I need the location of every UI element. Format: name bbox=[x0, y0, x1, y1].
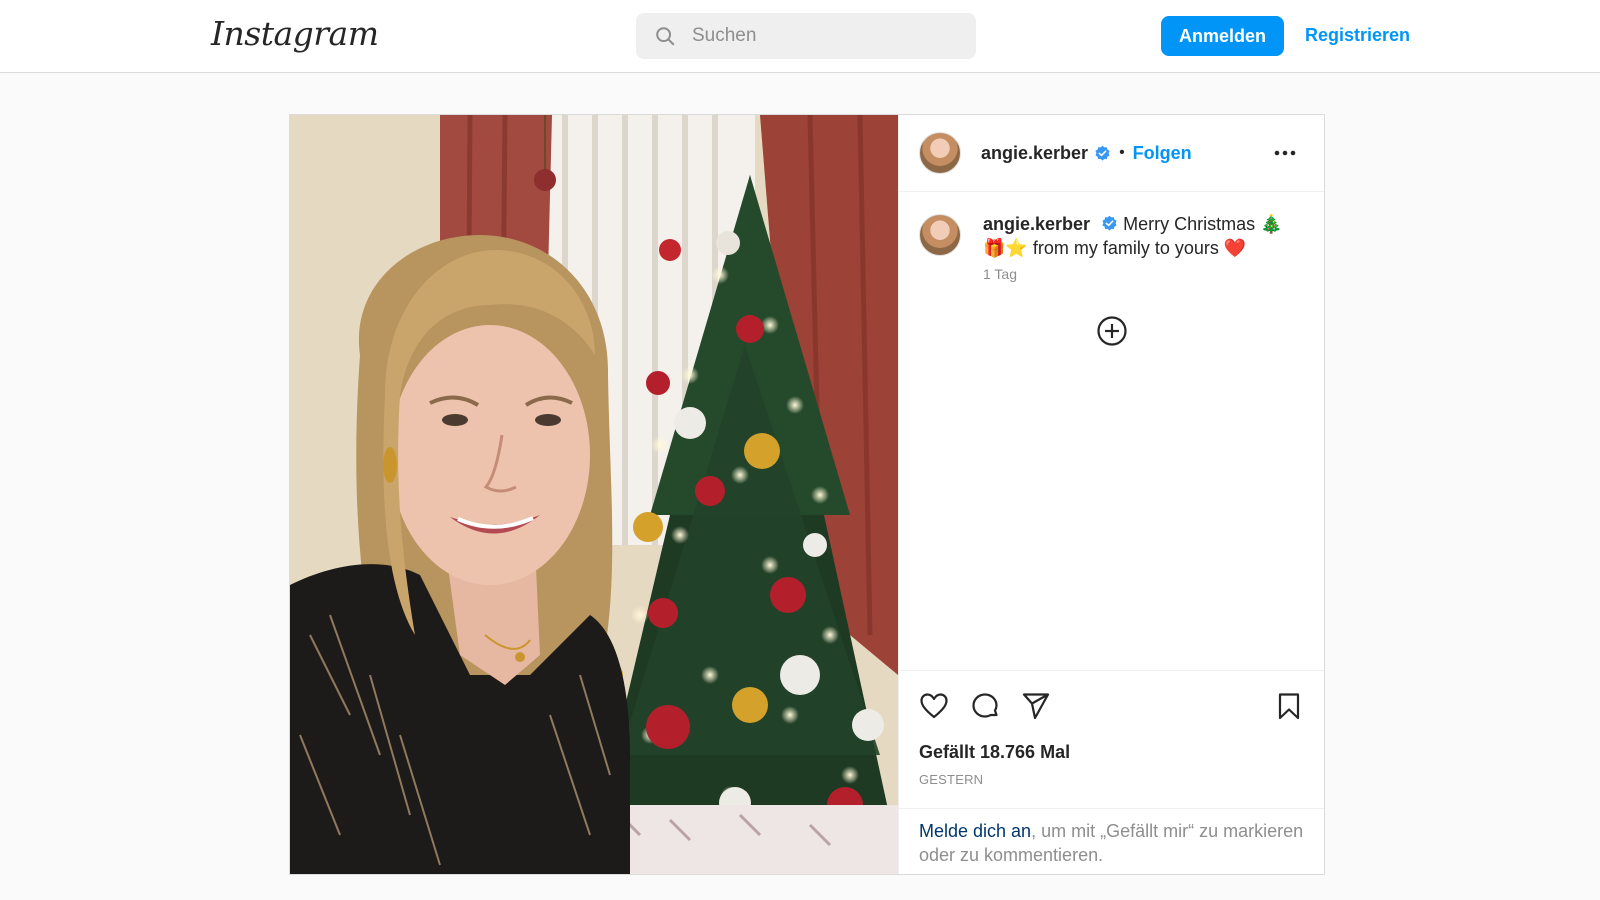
heart-icon[interactable] bbox=[919, 691, 949, 721]
christmas-selfie-illustration bbox=[290, 115, 898, 874]
caption-text-block: angie.kerber Merry Christmas 🎄🎁⭐ from my… bbox=[983, 212, 1303, 260]
comment-icon[interactable] bbox=[970, 691, 1000, 721]
likes-count[interactable]: Gefällt 18.766 Mal bbox=[899, 740, 1324, 772]
login-link[interactable]: Melde dich an bbox=[919, 821, 1031, 841]
bookmark-icon[interactable] bbox=[1274, 691, 1304, 721]
caption: angie.kerber Merry Christmas 🎄🎁⭐ from my… bbox=[919, 212, 1304, 282]
paper-plane-icon[interactable] bbox=[1021, 691, 1051, 721]
more-options-icon[interactable] bbox=[1272, 141, 1298, 165]
post-date[interactable]: GESTERN bbox=[899, 772, 1324, 808]
author-username[interactable]: angie.kerber bbox=[981, 143, 1088, 164]
search-box[interactable] bbox=[636, 13, 976, 59]
plus-circle-icon[interactable] bbox=[1096, 315, 1128, 347]
caption-body: angie.kerber Merry Christmas 🎄🎁⭐ from my… bbox=[983, 212, 1303, 282]
top-navigation: Instagram Anmelden Registrieren bbox=[0, 0, 1600, 73]
verified-badge-icon bbox=[1095, 145, 1110, 161]
search-icon bbox=[656, 27, 675, 46]
search-input[interactable] bbox=[692, 25, 952, 47]
signup-link[interactable]: Registrieren bbox=[1305, 25, 1410, 46]
follow-button[interactable]: Folgen bbox=[1133, 143, 1192, 164]
post-image[interactable] bbox=[290, 115, 898, 874]
login-prompt: Melde dich an, um mit „Gefällt mir“ zu m… bbox=[899, 808, 1324, 874]
action-bar bbox=[899, 670, 1324, 740]
instagram-logo[interactable]: Instagram bbox=[211, 14, 379, 53]
comments-section: angie.kerber Merry Christmas 🎄🎁⭐ from my… bbox=[899, 192, 1324, 670]
separator-dot: • bbox=[1119, 144, 1125, 161]
post-header: angie.kerber • Folgen bbox=[899, 115, 1324, 192]
post-card: angie.kerber • Folgen angie.kerber Merry… bbox=[289, 114, 1325, 875]
login-button[interactable]: Anmelden bbox=[1161, 16, 1284, 56]
avatar[interactable] bbox=[919, 214, 961, 256]
avatar[interactable] bbox=[919, 132, 961, 174]
caption-username[interactable]: angie.kerber bbox=[983, 214, 1090, 234]
verified-badge-icon bbox=[1102, 215, 1117, 231]
caption-time[interactable]: 1 Tag bbox=[983, 266, 1303, 282]
post-sidebar: angie.kerber • Folgen angie.kerber Merry… bbox=[898, 115, 1324, 874]
